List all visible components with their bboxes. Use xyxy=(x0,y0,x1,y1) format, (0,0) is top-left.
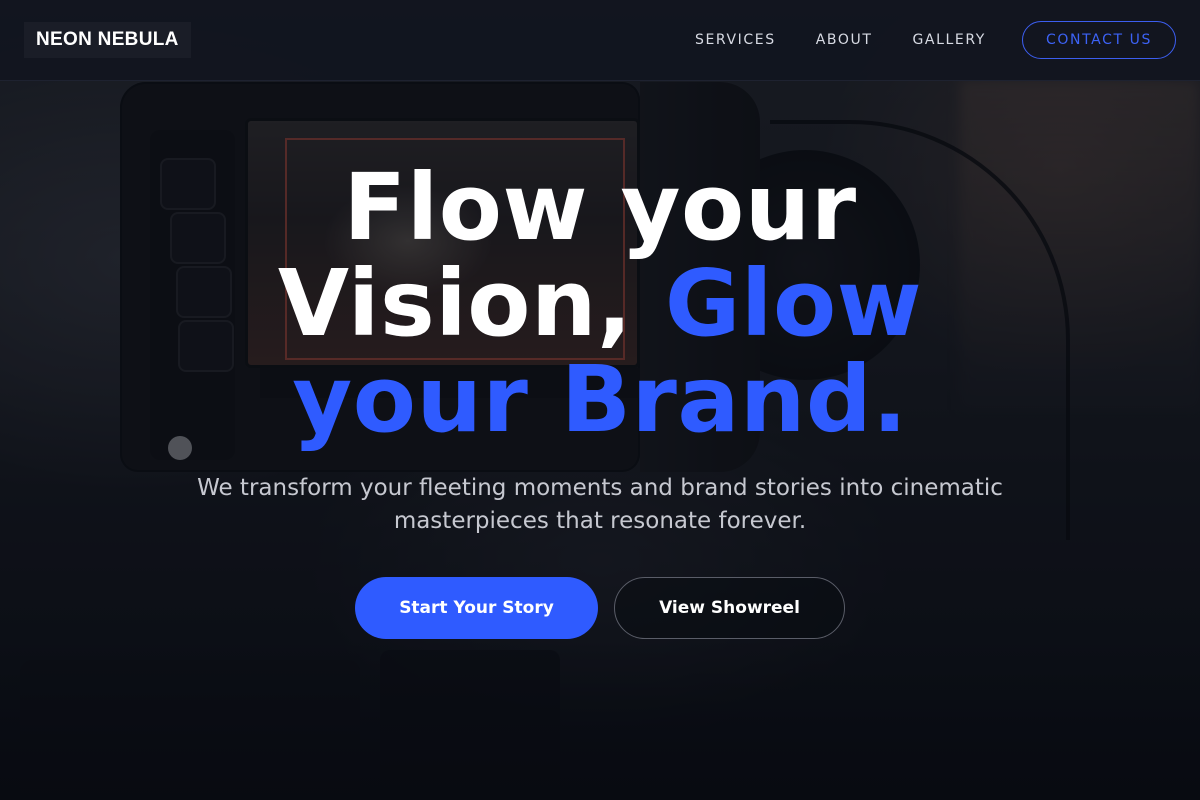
hero-heading-line3: your Brand. xyxy=(292,346,908,453)
nav-link-gallery[interactable]: GALLERY xyxy=(912,32,985,48)
top-navbar: NEON NEBULA SERVICES ABOUT GALLERY CONTA… xyxy=(0,0,1200,81)
hero-heading-line2-white: Vision, xyxy=(277,250,665,357)
view-showreel-button[interactable]: View Showreel xyxy=(614,577,845,639)
hero-heading-line1: Flow your xyxy=(343,154,857,261)
contact-us-button[interactable]: CONTACT US xyxy=(1022,21,1176,59)
nav-link-services[interactable]: SERVICES xyxy=(695,32,776,48)
nav-link-about[interactable]: ABOUT xyxy=(816,32,873,48)
brand-logo[interactable]: NEON NEBULA xyxy=(24,22,191,58)
nav-links: SERVICES ABOUT GALLERY xyxy=(695,0,1026,80)
hero-heading: Flow your Vision, Glow your Brand. xyxy=(100,160,1100,448)
hero-heading-line2-accent: Glow xyxy=(664,250,923,357)
hero-subtitle: We transform your fleeting moments and b… xyxy=(197,475,1003,534)
start-your-story-button[interactable]: Start Your Story xyxy=(355,577,598,639)
